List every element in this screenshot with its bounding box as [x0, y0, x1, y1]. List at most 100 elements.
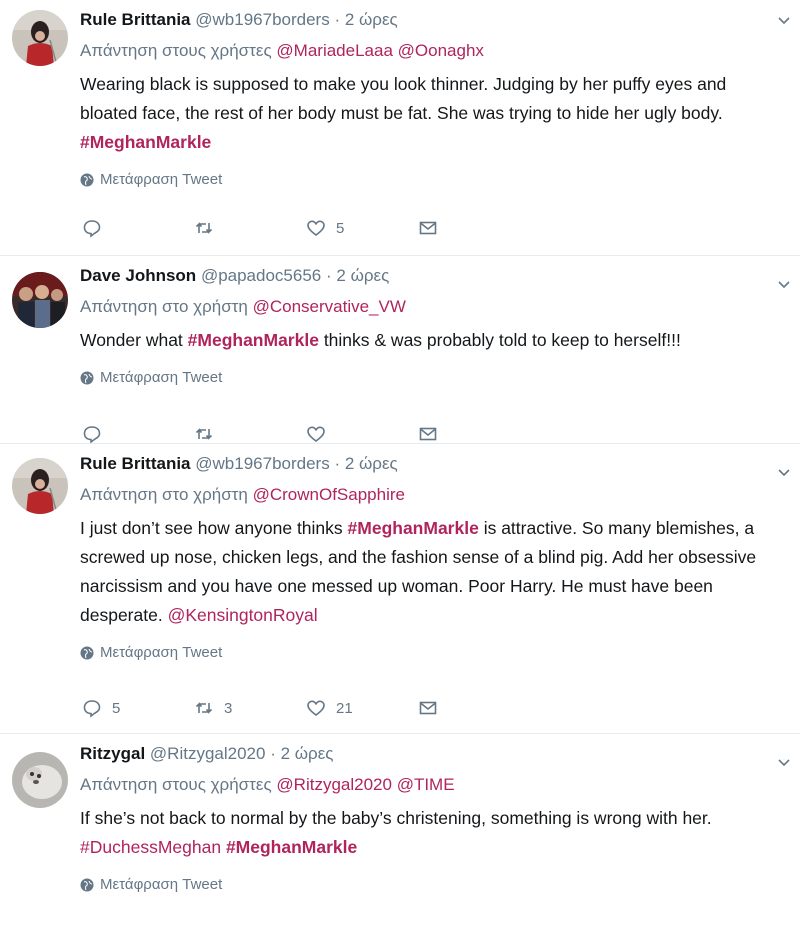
display-name[interactable]: Rule Brittania: [80, 10, 191, 29]
translate-link[interactable]: Μετάφραση Tweet: [80, 171, 770, 188]
reply-context: Απάντηση στο χρήστη @Conservative_VW: [80, 294, 770, 320]
chevron-down-icon[interactable]: [776, 754, 792, 770]
reply-context: Απάντηση στους χρήστες @Ritzygal2020 @TI…: [80, 772, 770, 798]
reply-button[interactable]: 5: [82, 698, 194, 718]
like-button[interactable]: [306, 424, 418, 443]
chevron-down-icon[interactable]: [776, 12, 792, 28]
mention-link[interactable]: @Ritzygal2020: [276, 775, 392, 794]
like-icon: [307, 220, 325, 237]
chevron-down-icon[interactable]: [776, 464, 792, 480]
display-name[interactable]: Rule Brittania: [80, 454, 191, 473]
globe-icon: [80, 173, 94, 186]
message-icon: [419, 701, 437, 715]
tweet-text: Wonder what #MeghanMarkle thinks & was p…: [80, 326, 770, 355]
translate-link[interactable]: Μετάφραση Tweet: [80, 644, 770, 661]
tweet[interactable]: Ritzygal @Ritzygal2020 · 2 ώρες Απάντηση…: [0, 734, 800, 928]
message-icon: [419, 221, 437, 235]
like-button[interactable]: 5: [306, 218, 418, 238]
mention-link[interactable]: @CrownOfSapphire: [253, 485, 405, 504]
separator: ·: [270, 744, 276, 763]
hashtag-link[interactable]: #DuchessMeghan: [80, 837, 221, 857]
direct-message-button[interactable]: [418, 424, 448, 443]
retweet-icon: [195, 222, 213, 234]
translate-link[interactable]: Μετάφραση Tweet: [80, 369, 770, 386]
hashtag-link[interactable]: #MeghanMarkle: [226, 837, 357, 857]
like-count: 5: [336, 219, 345, 237]
tweet-actions: 5 3 21: [82, 698, 448, 718]
reply-count: 5: [112, 699, 121, 717]
mention-link[interactable]: @Conservative_VW: [253, 297, 406, 316]
reply-prefix: Απάντηση στους χρήστες: [80, 775, 272, 794]
direct-message-button[interactable]: [418, 218, 448, 238]
tweet-text-body: If she’s not back to normal by the baby’…: [80, 808, 712, 828]
tweet-actions: [82, 424, 448, 443]
tweet-text-body: Wonder what: [80, 330, 188, 350]
display-name[interactable]: Ritzygal: [80, 744, 145, 763]
reply-context: Απάντηση στους χρήστες @MariadeLaaa @Oon…: [80, 38, 770, 64]
reply-button[interactable]: [82, 218, 194, 238]
hashtag-link[interactable]: #MeghanMarkle: [348, 518, 479, 538]
mention-link[interactable]: @KensingtonRoyal: [168, 605, 318, 625]
reply-prefix: Απάντηση στους χρήστες: [80, 41, 272, 60]
separator: ·: [325, 266, 332, 285]
display-name[interactable]: Dave Johnson: [80, 266, 196, 285]
retweet-count: 3: [224, 699, 233, 717]
tweet-text-body: Wearing black is supposed to make you lo…: [80, 74, 727, 123]
timestamp[interactable]: 2 ώρες: [345, 10, 398, 29]
mention-link[interactable]: @TIME: [397, 775, 455, 794]
avatar[interactable]: [12, 10, 68, 66]
tweet-text: If she’s not back to normal by the baby’…: [80, 804, 770, 862]
translate-label: Μετάφραση Tweet: [100, 369, 223, 386]
reply-context: Απάντηση στο χρήστη @CrownOfSapphire: [80, 482, 770, 508]
user-handle[interactable]: @papadoc5656: [201, 266, 321, 285]
reply-prefix: Απάντηση στο χρήστη: [80, 485, 248, 504]
separator: ·: [334, 10, 341, 29]
tweet[interactable]: Rule Brittania @wb1967borders · 2 ώρες Α…: [0, 0, 800, 256]
avatar[interactable]: [12, 272, 68, 328]
retweet-icon: [195, 702, 213, 714]
user-handle[interactable]: @wb1967borders: [195, 454, 329, 473]
reply-icon: [83, 700, 101, 718]
mention-link[interactable]: @Oonaghx: [398, 41, 484, 60]
separator: ·: [334, 454, 341, 473]
reply-icon: [83, 426, 101, 443]
user-handle[interactable]: @Ritzygal2020: [150, 744, 266, 763]
timestamp[interactable]: 2 ώρες: [336, 266, 389, 285]
retweet-button[interactable]: 3: [194, 698, 306, 718]
hashtag-link[interactable]: #MeghanMarkle: [188, 330, 319, 350]
reply-button[interactable]: [82, 424, 194, 443]
tweet[interactable]: Rule Brittania @wb1967borders · 2 ώρες Α…: [0, 444, 800, 734]
avatar[interactable]: [12, 458, 68, 514]
retweet-icon: [195, 428, 213, 440]
translate-link[interactable]: Μετάφραση Tweet: [80, 876, 770, 893]
mention-link[interactable]: @MariadeLaaa: [276, 41, 393, 60]
translate-label: Μετάφραση Tweet: [100, 171, 223, 188]
globe-icon: [80, 371, 94, 384]
reply-prefix: Απάντηση στο χρήστη: [80, 297, 248, 316]
timestamp[interactable]: 2 ώρες: [281, 744, 334, 763]
user-handle[interactable]: @wb1967borders: [195, 10, 329, 29]
tweet-text-body: I just don’t see how anyone thinks: [80, 518, 348, 538]
tweet-text-body: thinks & was probably told to keep to he…: [318, 330, 681, 350]
like-icon: [307, 700, 325, 717]
translate-label: Μετάφραση Tweet: [100, 644, 223, 661]
globe-icon: [80, 646, 94, 659]
tweet-text: Wearing black is supposed to make you lo…: [80, 70, 770, 157]
translate-label: Μετάφραση Tweet: [100, 876, 223, 893]
hashtag-link[interactable]: #MeghanMarkle: [80, 132, 211, 152]
like-count: 21: [336, 699, 353, 717]
direct-message-button[interactable]: [418, 698, 448, 718]
tweet-text: I just don’t see how anyone thinks #Megh…: [80, 514, 770, 630]
tweet-actions: 5: [82, 218, 448, 238]
globe-icon: [80, 878, 94, 891]
retweet-button[interactable]: [194, 218, 306, 238]
like-icon: [307, 426, 325, 443]
message-icon: [419, 427, 437, 441]
avatar[interactable]: [12, 752, 68, 808]
reply-icon: [83, 220, 101, 238]
timestamp[interactable]: 2 ώρες: [345, 454, 398, 473]
tweet[interactable]: Dave Johnson @papadoc5656 · 2 ώρες Απάντ…: [0, 256, 800, 444]
retweet-button[interactable]: [194, 424, 306, 443]
chevron-down-icon[interactable]: [776, 276, 792, 292]
like-button[interactable]: 21: [306, 698, 418, 718]
